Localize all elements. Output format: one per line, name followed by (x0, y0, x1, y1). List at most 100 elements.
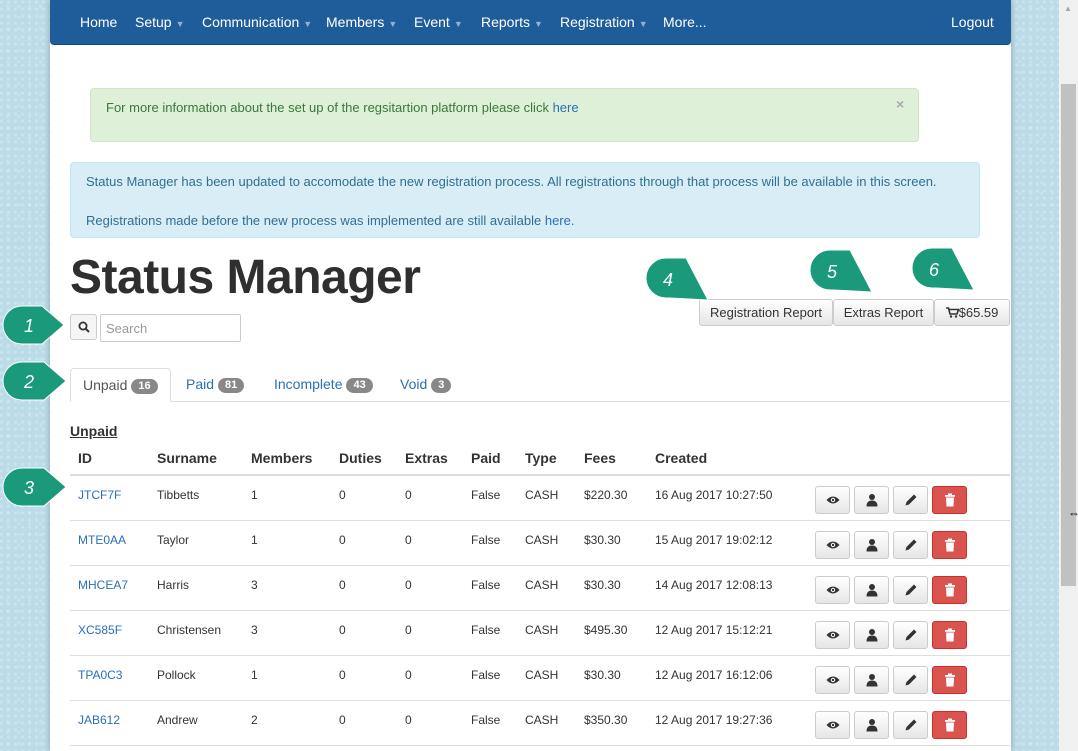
tab-incomplete[interactable]: Incomplete 43 (262, 368, 385, 402)
svg-text:1: 1 (24, 316, 34, 336)
members-button[interactable] (854, 711, 889, 739)
members-button[interactable] (854, 486, 889, 514)
eye-icon (826, 676, 839, 684)
cell-id-link[interactable]: JTCF7F (78, 488, 121, 502)
trash-icon (944, 628, 955, 642)
registration-report-button[interactable]: Registration Report (699, 299, 833, 326)
edit-button[interactable] (893, 711, 928, 739)
vertical-scrollbar[interactable]: ▲ (1059, 0, 1078, 751)
edit-button[interactable] (893, 576, 928, 604)
status-update-alert: Status Manager has been updated to accom… (70, 162, 980, 238)
nav-setup[interactable]: Setup ▼ (135, 14, 185, 30)
nav-registration[interactable]: Registration ▼ (560, 14, 648, 30)
svg-text:5: 5 (827, 262, 838, 282)
cell-paid: False (471, 668, 501, 682)
close-icon[interactable]: × (896, 96, 904, 112)
column-header-created: Created (655, 450, 708, 466)
cell-type: CASH (525, 533, 559, 547)
view-button[interactable] (815, 576, 850, 604)
table-row: JAB612 Andrew 2 0 0 False CASH $350.30 12 Aug 20… (70, 701, 1010, 746)
cell-id-link[interactable]: JAB612 (78, 713, 120, 727)
legacy-registrations-link[interactable]: here (545, 213, 571, 228)
user-icon (866, 629, 877, 642)
tab-void[interactable]: Void 3 (388, 368, 463, 402)
top-navbar: Home Setup ▼ Communication ▼ Members ▼ Even… (50, 0, 1011, 45)
cell-fees: $495.30 (584, 623, 628, 637)
members-button[interactable] (854, 531, 889, 559)
cell-members: 1 (251, 533, 258, 547)
members-button[interactable] (854, 576, 889, 604)
cell-created: 12 Aug 2017 15:12:21 (655, 623, 773, 637)
user-icon (866, 539, 877, 552)
members-button[interactable] (854, 621, 889, 649)
pencil-icon (905, 584, 916, 596)
cell-type: CASH (525, 668, 559, 682)
cell-fees: $30.30 (584, 533, 621, 547)
column-header-extras: Extras (405, 450, 448, 466)
legacy-registrations-text: Registrations made before the new proces… (86, 213, 575, 228)
delete-button[interactable] (932, 531, 967, 559)
view-button[interactable] (815, 486, 850, 514)
delete-button[interactable] (932, 486, 967, 514)
cell-paid: False (471, 488, 501, 502)
chevron-down-icon: ▼ (175, 19, 185, 29)
edit-button[interactable] (893, 486, 928, 514)
extras-report-button[interactable]: Extras Report (833, 299, 934, 326)
cell-id-link[interactable]: MTE0AA (78, 533, 126, 547)
search-button[interactable] (70, 314, 97, 340)
callout-2: 2 (2, 361, 66, 401)
delete-button[interactable] (932, 621, 967, 649)
members-button[interactable] (854, 666, 889, 694)
cell-id-link[interactable]: MHCEA7 (78, 578, 128, 592)
trash-icon (944, 718, 955, 732)
view-button[interactable] (815, 711, 850, 739)
cell-surname: Andrew (157, 713, 198, 727)
nav-communication[interactable]: Communication ▼ (202, 14, 312, 30)
delete-button[interactable] (932, 711, 967, 739)
cell-id-link[interactable]: XC585F (78, 623, 122, 637)
delete-button[interactable] (932, 666, 967, 694)
nav-more[interactable]: More... (663, 14, 707, 30)
column-header-id: ID (78, 450, 92, 466)
count-badge: 3 (431, 378, 452, 393)
cell-extras: 0 (405, 668, 412, 682)
trash-icon (944, 583, 955, 597)
resize-cursor-icon: ⇔ (1068, 506, 1078, 520)
count-badge: 43 (346, 378, 373, 393)
view-button[interactable] (815, 531, 850, 559)
cell-paid: False (471, 578, 501, 592)
scroll-up-icon[interactable]: ▲ (1064, 4, 1072, 13)
cell-fees: $350.30 (584, 713, 628, 727)
view-button[interactable] (815, 666, 850, 694)
cell-id-link[interactable]: TPA0C3 (78, 668, 122, 682)
tab-paid[interactable]: Paid 81 (174, 368, 256, 402)
logout-link[interactable]: Logout (951, 14, 994, 30)
cell-duties: 0 (339, 488, 346, 502)
cart-button[interactable]: $65.59 (934, 299, 1010, 326)
search-input[interactable] (100, 314, 241, 342)
setup-info-link[interactable]: here (553, 100, 579, 115)
cell-type: CASH (525, 623, 559, 637)
tab-unpaid[interactable]: Unpaid 16 (70, 368, 171, 402)
svg-text:3: 3 (24, 478, 34, 498)
edit-button[interactable] (893, 531, 928, 559)
nav-members[interactable]: Members ▼ (326, 14, 397, 30)
nav-reports[interactable]: Reports ▼ (481, 14, 543, 30)
nav-home[interactable]: Home (80, 14, 117, 30)
cell-extras: 0 (405, 578, 412, 592)
cell-members: 1 (251, 488, 258, 502)
delete-button[interactable] (932, 576, 967, 604)
edit-button[interactable] (893, 666, 928, 694)
edit-button[interactable] (893, 621, 928, 649)
nav-event[interactable]: Event ▼ (414, 14, 463, 30)
cell-created: 12 Aug 2017 16:12:06 (655, 668, 773, 682)
cell-paid: False (471, 713, 501, 727)
user-icon (866, 494, 877, 507)
cell-members: 2 (251, 713, 258, 727)
pencil-icon (905, 629, 916, 641)
cart-icon (945, 307, 960, 318)
setup-info-alert: For more information about the set up of… (90, 88, 919, 142)
cell-members: 3 (251, 623, 258, 637)
view-button[interactable] (815, 621, 850, 649)
cell-duties: 0 (339, 578, 346, 592)
